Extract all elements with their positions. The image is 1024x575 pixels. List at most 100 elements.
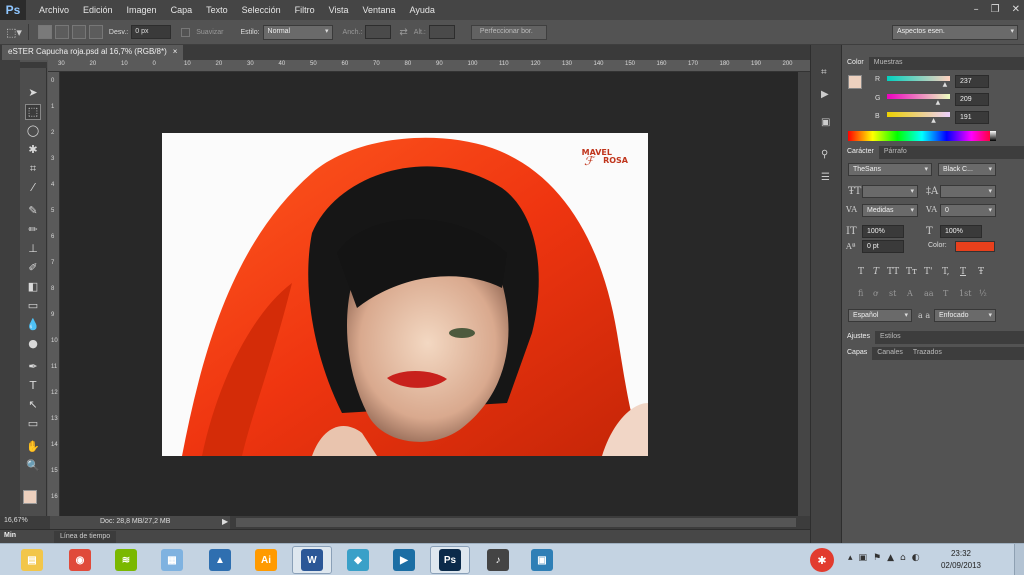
marquee-tool-preset-icon[interactable]: ⬚▾ — [6, 26, 22, 39]
superscript-icon[interactable]: T' — [924, 267, 932, 277]
minibridge-tab[interactable]: Min — [4, 532, 16, 539]
dodge-tool-icon[interactable]: ● — [26, 337, 40, 351]
close-tab-icon[interactable]: × — [173, 47, 178, 58]
smooth-checkbox[interactable] — [181, 27, 191, 37]
ordinals-icon[interactable]: 1st — [959, 289, 971, 298]
language-select[interactable]: Español ▾ — [848, 309, 912, 322]
titling-icon[interactable]: T — [943, 289, 948, 298]
taskbar-app-viewer[interactable]: ▣ — [522, 546, 562, 574]
tab-layers[interactable]: Capas — [842, 347, 873, 360]
restore-icon[interactable]: ❐ — [991, 4, 1000, 15]
antialias-select[interactable]: Enfocado ▾ — [934, 309, 996, 322]
leading-select[interactable]: ▾ — [940, 185, 996, 198]
menu-imagen[interactable]: Imagen — [120, 5, 164, 15]
width-input[interactable] — [365, 25, 392, 39]
all-caps-icon[interactable]: TT — [887, 267, 899, 277]
menu-edicion[interactable]: Edición — [76, 5, 120, 15]
taskbar-app-spotify[interactable]: ≋ — [106, 546, 146, 574]
close-icon[interactable]: ✕ — [1012, 4, 1020, 15]
red-slider[interactable] — [887, 76, 950, 81]
discretionary-ligatures-icon[interactable]: st — [889, 289, 896, 298]
taskbar-app-explorer[interactable]: ▤ — [12, 546, 52, 574]
healing-brush-icon[interactable]: ✎ — [26, 204, 40, 218]
tab-paragraph[interactable]: Párrafo — [879, 146, 912, 159]
menu-texto[interactable]: Texto — [199, 5, 235, 15]
swash-icon[interactable]: A — [907, 289, 913, 298]
menu-seleccion[interactable]: Selección — [235, 5, 288, 15]
move-tool-icon[interactable]: ➤ — [26, 86, 40, 100]
red-value[interactable]: 237 — [955, 75, 989, 88]
baseline-shift-input[interactable]: 0 pt — [862, 240, 904, 253]
blue-slider-thumb[interactable]: ▲ — [931, 117, 936, 124]
menu-vista[interactable]: Vista — [322, 5, 356, 15]
green-slider-thumb[interactable]: ▲ — [936, 99, 941, 106]
feather-input[interactable]: 0 px — [131, 25, 172, 39]
pen-tool-icon[interactable]: ✒ — [26, 360, 40, 374]
menu-filtro[interactable]: Filtro — [288, 5, 322, 15]
toolbar-grip[interactable] — [20, 62, 47, 68]
properties-panel-icon[interactable]: ▣ — [821, 117, 830, 128]
green-slider[interactable] — [887, 94, 950, 99]
menu-ventana[interactable]: Ventana — [356, 5, 403, 15]
tab-adjustments[interactable]: Ajustes — [842, 331, 875, 344]
show-desktop-button[interactable] — [1014, 544, 1024, 575]
stamp-tool-icon[interactable]: ⊥ — [26, 242, 40, 256]
color-spectrum[interactable] — [848, 131, 996, 141]
new-selection-icon[interactable] — [37, 25, 52, 39]
horizontal-scrollbar[interactable] — [236, 518, 796, 527]
tab-channels[interactable]: Canales — [872, 347, 908, 360]
tray-app-icon[interactable]: ✱ — [810, 548, 834, 572]
refine-edge-button[interactable]: Perfeccionar bor. — [470, 24, 547, 40]
taskbar-app-photoshop[interactable]: Ps — [430, 546, 470, 574]
height-input[interactable] — [428, 25, 455, 39]
fractions-icon[interactable]: ½ — [979, 289, 987, 298]
document-tab[interactable]: eSTER Capucha roja.psd al 16,7% (RGB/8*)… — [2, 45, 184, 60]
lasso-tool-icon[interactable]: ◯ — [26, 124, 40, 138]
taskbar-app-cube[interactable]: ◆ — [338, 546, 378, 574]
menu-capa[interactable]: Capa — [164, 5, 200, 15]
subscript-icon[interactable]: T, — [942, 267, 950, 277]
brush-panel-icon[interactable]: ⚲ — [821, 149, 828, 160]
kerning-select[interactable]: Medidas ▾ — [862, 204, 918, 217]
green-value[interactable]: 209 — [955, 93, 989, 106]
faux-italic-icon[interactable]: T — [873, 267, 879, 277]
clock[interactable]: 23:32 02/09/2013 — [936, 548, 986, 572]
taskbar-app-autocad[interactable]: ▲ — [200, 546, 240, 574]
subtract-selection-icon[interactable] — [71, 25, 86, 39]
history-brush-icon[interactable]: ✐ — [26, 261, 40, 275]
color-foreground-swatch[interactable] — [848, 75, 862, 89]
blue-slider[interactable] — [887, 112, 950, 117]
font-family-select[interactable]: TheSans ▾ — [848, 163, 932, 176]
tab-color[interactable]: Color — [842, 57, 869, 70]
vertical-scale-input[interactable]: 100% — [862, 225, 904, 238]
menu-ayuda[interactable]: Ayuda — [403, 5, 442, 15]
minimize-icon[interactable]: – — [974, 4, 979, 15]
eyedropper-icon[interactable]: ⁄ — [26, 181, 40, 195]
font-size-select[interactable]: ▾ — [862, 185, 918, 198]
hand-tool-icon[interactable]: ✋ — [26, 440, 40, 454]
status-menu-arrow-icon[interactable]: ▶ — [222, 517, 228, 526]
gradient-tool-icon[interactable]: ▭ — [26, 299, 40, 313]
magic-wand-icon[interactable]: ✱ — [26, 143, 40, 157]
eraser-icon[interactable]: ◧ — [26, 280, 40, 294]
style-select[interactable]: Normal ▾ — [262, 24, 333, 40]
text-color-swatch[interactable] — [955, 241, 995, 252]
rectangle-tool-icon[interactable]: ▭ — [26, 417, 40, 431]
tab-swatches[interactable]: Muestras — [869, 57, 908, 70]
marquee-tool-icon[interactable]: ⬚ — [25, 104, 41, 120]
foreground-color-swatch[interactable] — [23, 490, 37, 504]
taskbar-app-word[interactable]: W — [292, 546, 332, 574]
font-style-select[interactable]: Black C... ▾ — [938, 163, 996, 176]
horizontal-scale-input[interactable]: 100% — [940, 225, 982, 238]
zoom-tool-icon[interactable]: 🔍 — [26, 459, 40, 473]
document-image[interactable]: MAVEL ROSA ℱ — [162, 133, 648, 456]
tool-presets-icon[interactable]: ☰ — [821, 172, 830, 183]
taskbar-app-media[interactable]: ▶ — [384, 546, 424, 574]
path-selection-icon[interactable]: ↖ — [26, 398, 40, 412]
brush-tool-icon[interactable]: ✏ — [26, 223, 40, 237]
tab-character[interactable]: Carácter — [842, 146, 879, 159]
taskbar-app-chrome[interactable]: ◉ — [60, 546, 100, 574]
strikethrough-icon[interactable]: Ŧ — [978, 267, 984, 277]
taskbar-app-notes[interactable]: ▦ — [152, 546, 192, 574]
blue-value[interactable]: 191 — [955, 111, 989, 124]
